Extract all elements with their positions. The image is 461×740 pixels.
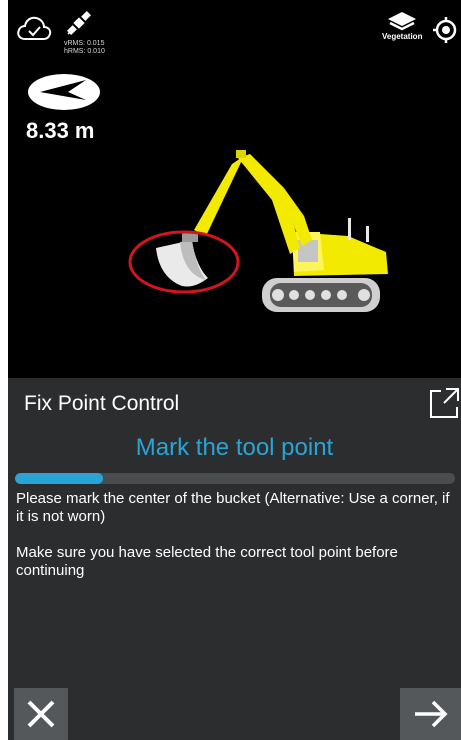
- satellite-icon: [64, 8, 94, 43]
- distance-readout: 8.33 m: [26, 118, 95, 143]
- cloud-check-icon[interactable]: [16, 14, 52, 47]
- cancel-button[interactable]: [14, 688, 68, 740]
- vrms-text: vRMS: 0.015: [64, 40, 105, 47]
- excavator-model[interactable]: [120, 150, 410, 330]
- step-title: Mark the tool point: [135, 434, 334, 461]
- close-icon: [27, 700, 55, 728]
- fix-point-panel: Fix Point Control Mark the tool point Pl…: [8, 378, 461, 740]
- 3d-viewport[interactable]: vRMS: 0.015 hRMS: 0.010 Vegetation 8.33 …: [8, 0, 461, 378]
- compass-arrow-icon: [26, 72, 102, 117]
- arrow-right-icon: [414, 700, 447, 728]
- locate-icon[interactable]: [432, 16, 460, 49]
- panel-title: Fix Point Control: [24, 392, 180, 415]
- progress-fill: [15, 473, 103, 484]
- next-button[interactable]: [400, 688, 461, 740]
- progress-bar: [15, 473, 455, 484]
- rms-readout: vRMS: 0.015 hRMS: 0.010: [64, 40, 105, 56]
- app-screen: vRMS: 0.015 hRMS: 0.010 Vegetation 8.33 …: [8, 0, 461, 740]
- hrms-text: hRMS: 0.010: [64, 48, 105, 55]
- layer-label[interactable]: Vegetation: [382, 32, 422, 41]
- instruction-text-secondary: Make sure you have selected the correct …: [16, 544, 398, 579]
- instruction-text: Please mark the center of the bucket (Al…: [16, 490, 450, 525]
- popout-icon[interactable]: [428, 386, 461, 419]
